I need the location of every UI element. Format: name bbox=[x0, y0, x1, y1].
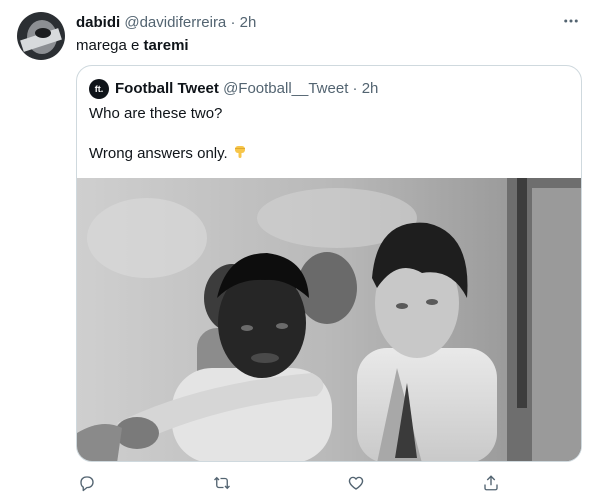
quote-text: Who are these two? Wrong answers only. bbox=[89, 104, 248, 164]
quote-header: Football Tweet @Football__Tweet · 2h bbox=[115, 79, 378, 99]
tweet-actions bbox=[76, 472, 582, 494]
separator-dot: · bbox=[230, 14, 236, 31]
quote-author-name: Football Tweet bbox=[115, 80, 219, 97]
tweet-photo[interactable] bbox=[77, 178, 581, 461]
quote-author-handle: @Football__Tweet bbox=[223, 80, 349, 97]
more-button[interactable] bbox=[558, 10, 584, 32]
quote-separator-dot: · bbox=[352, 80, 358, 97]
quote-text-line-2-text: Wrong answers only. bbox=[89, 145, 228, 162]
timestamp[interactable]: 2h bbox=[240, 14, 257, 31]
tweet[interactable]: dabidi @davidiferreira · 2h marega e tar… bbox=[0, 0, 598, 504]
author-handle[interactable]: @davidiferreira bbox=[124, 14, 226, 31]
avatar[interactable] bbox=[17, 12, 65, 60]
tweet-text: marega e taremi bbox=[76, 36, 189, 56]
author-name[interactable]: dabidi bbox=[76, 14, 120, 31]
tweet-text-bold: taremi bbox=[143, 37, 189, 54]
heart-icon bbox=[348, 476, 364, 490]
reply-button[interactable] bbox=[76, 472, 98, 494]
tweet-text-plain: marega e bbox=[76, 37, 144, 54]
backhand-index-pointing-down-icon bbox=[234, 146, 245, 158]
share-button[interactable] bbox=[480, 472, 502, 494]
reply-icon bbox=[80, 476, 94, 492]
share-icon bbox=[484, 475, 498, 491]
tweet-header: dabidi @davidiferreira · 2h bbox=[76, 13, 256, 33]
more-horizontal-icon bbox=[564, 19, 578, 23]
quote-text-line-2: Wrong answers only. bbox=[89, 144, 248, 164]
retweet-icon bbox=[214, 476, 230, 490]
quote-text-line-1: Who are these two? bbox=[89, 105, 223, 122]
retweet-button[interactable] bbox=[211, 472, 233, 494]
quote-avatar[interactable]: ft. bbox=[89, 79, 109, 99]
like-button[interactable] bbox=[345, 472, 367, 494]
quote-timestamp: 2h bbox=[361, 80, 379, 97]
quote-tweet[interactable]: ft. Football Tweet @Football__Tweet · 2h… bbox=[76, 65, 582, 462]
